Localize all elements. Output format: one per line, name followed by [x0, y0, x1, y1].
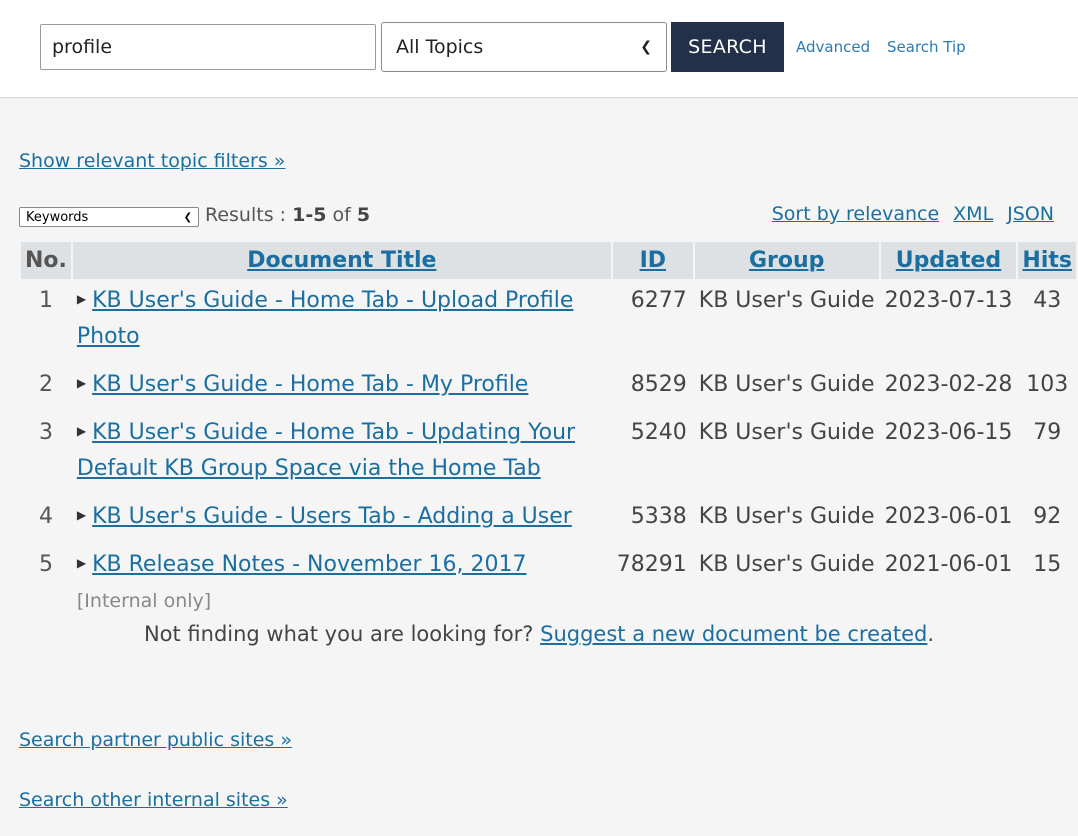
- not-finding-message: Not finding what you are looking for? Su…: [0, 622, 1078, 646]
- row-hits: 15: [1033, 552, 1062, 577]
- row-hits: 92: [1033, 504, 1062, 529]
- header-group: Group: [694, 242, 879, 279]
- search-tip-link[interactable]: Search Tip: [887, 38, 966, 56]
- row-updated: 2023-06-15: [884, 420, 1013, 445]
- results-label: Results :: [205, 204, 293, 226]
- expand-arrow-icon[interactable]: ▶: [77, 556, 86, 570]
- row-id: 8529: [630, 372, 687, 397]
- search-bar: All Topics ❮ SEARCH Advanced Search Tip: [0, 0, 1078, 98]
- header-updated: Updated: [880, 242, 1017, 279]
- row-updated: 2023-07-13: [884, 288, 1013, 313]
- table-row: 5 ▶ KB Release Notes - November 16, 2017 …: [21, 545, 1076, 627]
- sort-title-link[interactable]: Document Title: [247, 248, 436, 273]
- row-title-cell: ▶ KB User's Guide - Home Tab - Upload Pro…: [73, 281, 611, 363]
- document-link[interactable]: KB User's Guide - Home Tab - My Profile: [92, 372, 528, 397]
- row-group: KB User's Guide: [698, 504, 875, 529]
- row-title-cell: ▶ KB Release Notes - November 16, 2017 [I…: [73, 545, 611, 627]
- chevron-down-icon: ❮: [640, 39, 652, 55]
- show-topic-filters-link[interactable]: Show relevant topic filters »: [19, 150, 285, 172]
- expand-arrow-icon[interactable]: ▶: [77, 376, 86, 390]
- table-row: 2 ▶ KB User's Guide - Home Tab - My Profi…: [21, 365, 1076, 411]
- keyword-select-value: Keywords: [26, 209, 89, 225]
- row-title-cell: ▶ KB User's Guide - Users Tab - Adding a …: [73, 497, 611, 543]
- keyword-select[interactable]: Keywords ❮: [19, 207, 199, 227]
- row-id: 5240: [630, 420, 687, 445]
- results-of: of: [326, 204, 357, 226]
- row-group: KB User's Guide: [698, 552, 875, 577]
- table-row: 1 ▶ KB User's Guide - Home Tab - Upload P…: [21, 281, 1076, 363]
- table-row: 3 ▶ KB User's Guide - Home Tab - Updating…: [21, 413, 1076, 495]
- document-link[interactable]: KB Release Notes - November 16, 2017: [92, 552, 526, 577]
- topic-select-value: All Topics: [396, 36, 484, 58]
- topic-select[interactable]: All Topics ❮: [381, 22, 667, 72]
- row-id: 6277: [630, 288, 687, 313]
- row-id: 5338: [630, 504, 687, 529]
- search-button[interactable]: SEARCH: [671, 22, 784, 72]
- document-link[interactable]: KB User's Guide - Home Tab - Upload Prof…: [77, 288, 574, 349]
- results-links: Sort by relevance XML JSON: [772, 203, 1054, 225]
- chevron-down-icon: ❮: [183, 211, 192, 223]
- row-hits: 103: [1026, 372, 1069, 397]
- advanced-search-link[interactable]: Advanced: [796, 38, 870, 56]
- row-updated: 2023-06-01: [884, 504, 1013, 529]
- row-number: 2: [38, 372, 53, 397]
- suggest-document-link[interactable]: Suggest a new document be created: [540, 622, 927, 646]
- json-link[interactable]: JSON: [1007, 203, 1054, 225]
- row-id: 78291: [616, 552, 687, 577]
- search-input[interactable]: [40, 24, 376, 70]
- row-group: KB User's Guide: [698, 372, 875, 397]
- header-document-title: Document Title: [72, 242, 611, 279]
- row-title-cell: ▶ KB User's Guide - Home Tab - Updating Y…: [73, 413, 611, 495]
- header-hits: Hits: [1018, 242, 1076, 279]
- row-number: 4: [38, 504, 53, 529]
- expand-arrow-icon[interactable]: ▶: [77, 292, 86, 306]
- sort-updated-link[interactable]: Updated: [896, 248, 1001, 273]
- row-number: 1: [38, 288, 53, 313]
- sort-group-link[interactable]: Group: [749, 248, 824, 273]
- row-hits: 43: [1033, 288, 1062, 313]
- document-link[interactable]: KB User's Guide - Users Tab - Adding a U…: [92, 504, 572, 529]
- sort-id-link[interactable]: ID: [640, 248, 666, 273]
- row-group: KB User's Guide: [698, 420, 875, 445]
- expand-arrow-icon[interactable]: ▶: [77, 508, 86, 522]
- header-no: No.: [21, 242, 71, 279]
- search-partner-sites-link[interactable]: Search partner public sites »: [19, 729, 292, 751]
- row-number: 3: [38, 420, 53, 445]
- xml-link[interactable]: XML: [953, 203, 993, 225]
- sort-hits-link[interactable]: Hits: [1022, 248, 1072, 273]
- not-finding-text: Not finding what you are looking for?: [143, 622, 541, 646]
- not-finding-period: .: [927, 622, 935, 646]
- table-header-row: No. Document Title ID Group Updated Hits: [21, 242, 1076, 279]
- results-count: Results : 1-5 of 5: [205, 204, 370, 226]
- results-table: No. Document Title ID Group Updated Hits…: [19, 240, 1078, 629]
- results-range: 1-5: [292, 204, 327, 226]
- results-total: 5: [356, 204, 371, 226]
- row-title-cell: ▶ KB User's Guide - Home Tab - My Profile: [73, 365, 611, 411]
- sort-by-relevance-link[interactable]: Sort by relevance: [772, 203, 939, 225]
- table-row: 4 ▶ KB User's Guide - Users Tab - Adding …: [21, 497, 1076, 543]
- document-link[interactable]: KB User's Guide - Home Tab - Updating Yo…: [77, 420, 575, 481]
- expand-arrow-icon[interactable]: ▶: [77, 424, 86, 438]
- header-id: ID: [612, 242, 693, 279]
- internal-only-badge: [Internal only]: [76, 590, 212, 612]
- row-updated: 2021-06-01: [884, 552, 1013, 577]
- row-number: 5: [38, 552, 53, 577]
- row-updated: 2023-02-28: [884, 372, 1013, 397]
- row-group: KB User's Guide: [698, 288, 875, 313]
- row-hits: 79: [1033, 420, 1062, 445]
- search-internal-sites-link[interactable]: Search other internal sites »: [19, 789, 288, 811]
